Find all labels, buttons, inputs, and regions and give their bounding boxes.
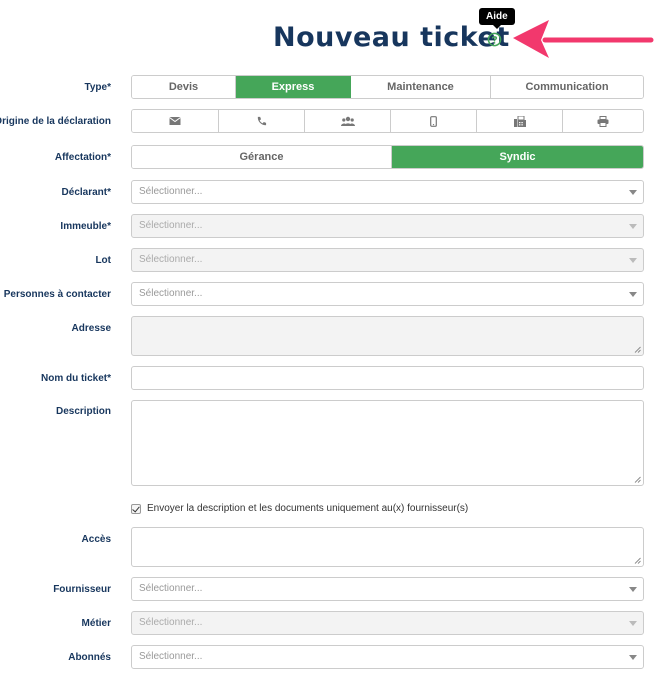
chevron-down-icon xyxy=(629,190,637,195)
lot-select[interactable]: Sélectionner... xyxy=(131,248,644,272)
immeuble-select[interactable]: Sélectionner... xyxy=(131,214,644,238)
help-icon[interactable] xyxy=(487,32,502,47)
chevron-down-icon xyxy=(629,587,637,592)
origine-label: Origine de la déclaration xyxy=(0,116,111,127)
personnes-placeholder: Sélectionner... xyxy=(139,288,203,299)
affectation-option-syndic[interactable]: Syndic xyxy=(392,146,643,168)
phone-icon[interactable] xyxy=(219,110,305,132)
fax-icon[interactable] xyxy=(477,110,563,132)
fournisseur-label: Fournisseur xyxy=(53,584,111,595)
type-option-devis[interactable]: Devis xyxy=(132,76,236,98)
envoyer-checkbox[interactable] xyxy=(131,503,141,514)
description-label: Description xyxy=(55,406,111,417)
affectation-segmented-control: Gérance Syndic xyxy=(131,145,644,169)
envelope-icon[interactable] xyxy=(132,110,219,132)
resize-handle-icon[interactable] xyxy=(634,346,641,353)
acces-label: Accès xyxy=(81,534,111,545)
annotation-arrow-icon xyxy=(513,20,654,58)
immeuble-label: Immeuble* xyxy=(60,221,111,232)
declarant-label: Déclarant* xyxy=(61,187,111,198)
chevron-down-icon xyxy=(629,258,637,263)
declarant-placeholder: Sélectionner... xyxy=(139,186,203,197)
resize-handle-icon[interactable] xyxy=(634,557,641,564)
description-textarea[interactable] xyxy=(131,400,644,486)
nom-ticket-label: Nom du ticket* xyxy=(40,373,111,384)
lot-placeholder: Sélectionner... xyxy=(139,254,203,265)
resize-handle-icon[interactable] xyxy=(634,476,641,483)
metier-label: Métier xyxy=(81,618,111,629)
abonnes-select[interactable]: Sélectionner... xyxy=(131,645,644,669)
metier-select[interactable]: Sélectionner... xyxy=(131,611,644,635)
envoyer-checkbox-row[interactable]: Envoyer la description et les documents … xyxy=(131,503,468,514)
page-title: Nouveau ticket xyxy=(273,22,510,53)
nom-ticket-input[interactable] xyxy=(131,366,644,390)
adresse-textarea[interactable] xyxy=(131,316,644,356)
personnes-label: Personnes à contacter xyxy=(3,289,111,300)
fournisseur-placeholder: Sélectionner... xyxy=(139,583,203,594)
origine-segmented-control xyxy=(131,109,644,133)
users-icon[interactable] xyxy=(305,110,391,132)
personnes-select[interactable]: Sélectionner... xyxy=(131,282,644,306)
type-option-communication[interactable]: Communication xyxy=(491,76,643,98)
chevron-down-icon xyxy=(629,655,637,660)
type-label: Type* xyxy=(84,82,112,93)
declarant-select[interactable]: Sélectionner... xyxy=(131,180,644,204)
abonnes-label: Abonnés xyxy=(68,652,111,663)
type-option-express[interactable]: Express xyxy=(236,76,351,98)
metier-placeholder: Sélectionner... xyxy=(139,617,203,628)
type-option-maintenance[interactable]: Maintenance xyxy=(351,76,491,98)
affectation-option-gerance[interactable]: Gérance xyxy=(132,146,392,168)
mobile-icon[interactable] xyxy=(391,110,477,132)
immeuble-placeholder: Sélectionner... xyxy=(139,220,203,231)
adresse-label: Adresse xyxy=(71,323,111,334)
chevron-down-icon xyxy=(629,224,637,229)
abonnes-placeholder: Sélectionner... xyxy=(139,651,203,662)
chevron-down-icon xyxy=(629,292,637,297)
acces-textarea[interactable] xyxy=(131,527,644,567)
print-icon[interactable] xyxy=(563,110,643,132)
envoyer-checkbox-label: Envoyer la description et les documents … xyxy=(147,503,469,514)
affectation-label: Affectation* xyxy=(54,152,111,163)
chevron-down-icon xyxy=(629,621,637,626)
fournisseur-select[interactable]: Sélectionner... xyxy=(131,577,644,601)
type-segmented-control: Devis Express Maintenance Communication xyxy=(131,75,644,99)
lot-label: Lot xyxy=(95,255,111,266)
